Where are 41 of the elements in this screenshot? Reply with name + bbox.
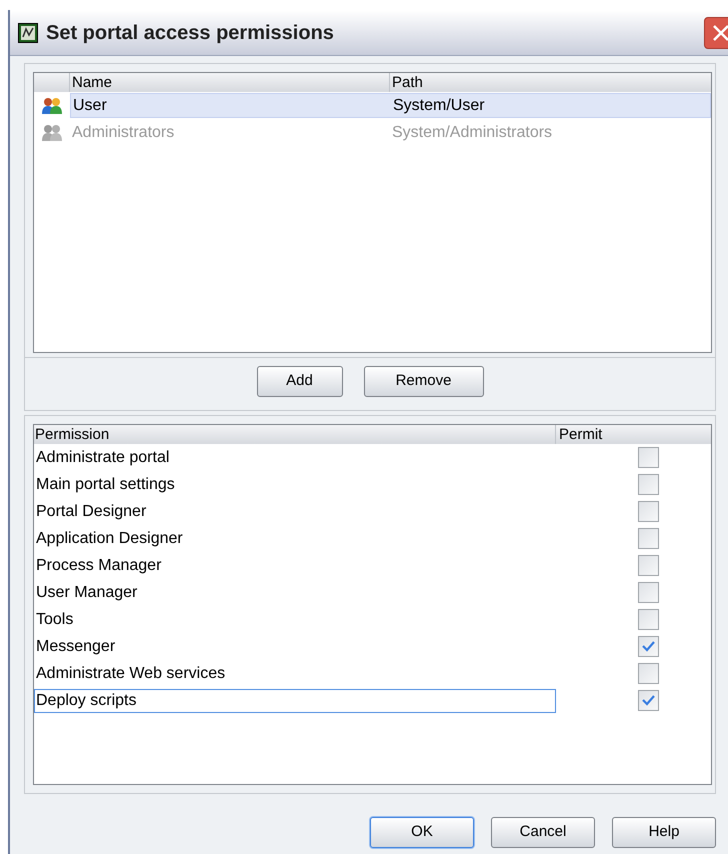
permission-label: Administrate portal [35, 448, 170, 468]
name-cell-text: User [72, 96, 108, 116]
column-header: Permit [558, 425, 602, 444]
permission-label: Administrate Web services [35, 664, 226, 684]
permission-label: Main portal settings [35, 474, 176, 494]
remove-button[interactable]: Remove [364, 366, 484, 397]
permit-checkbox[interactable] [638, 690, 659, 711]
users-icon [42, 96, 62, 114]
path-cell-text: System/Administrators [391, 122, 552, 142]
permission-label: Tools [35, 610, 74, 630]
users-icon [42, 124, 62, 142]
permission-label: Portal Designer [35, 502, 148, 522]
dialog-button[interactable]: OK [370, 817, 474, 848]
permit-checkbox[interactable] [638, 501, 659, 522]
name-cell-text: Administrators [71, 122, 176, 142]
permit-checkbox[interactable] [638, 474, 659, 495]
column-header: Path [391, 73, 423, 92]
permission-label: Messenger [35, 636, 116, 656]
permit-checkbox[interactable] [638, 609, 659, 630]
permission-label: Application Designer [35, 528, 184, 548]
permit-checkbox[interactable] [638, 555, 659, 576]
dialog-button[interactable]: Cancel [491, 817, 595, 848]
permission-label: Process Manager [35, 556, 162, 576]
permit-checkbox[interactable] [638, 663, 659, 684]
permit-checkbox[interactable] [638, 636, 659, 657]
dialog-button[interactable]: Help [612, 817, 716, 848]
permission-label: Deploy scripts [34, 688, 556, 712]
check-icon [642, 695, 655, 706]
check-icon [642, 641, 655, 652]
window-title: Set portal access permissions [46, 20, 334, 46]
column-header: Name [70, 73, 390, 92]
add-button[interactable]: Add [256, 366, 342, 397]
permit-checkbox[interactable] [638, 528, 659, 549]
permit-checkbox[interactable] [638, 582, 659, 603]
close-button[interactable] [704, 16, 728, 48]
close-icon [712, 24, 728, 42]
app-icon [18, 22, 38, 42]
permission-label: User Manager [35, 582, 138, 602]
column-header: Permission [34, 425, 556, 444]
path-cell-text: System/User [392, 96, 485, 116]
permit-checkbox[interactable] [638, 447, 659, 468]
